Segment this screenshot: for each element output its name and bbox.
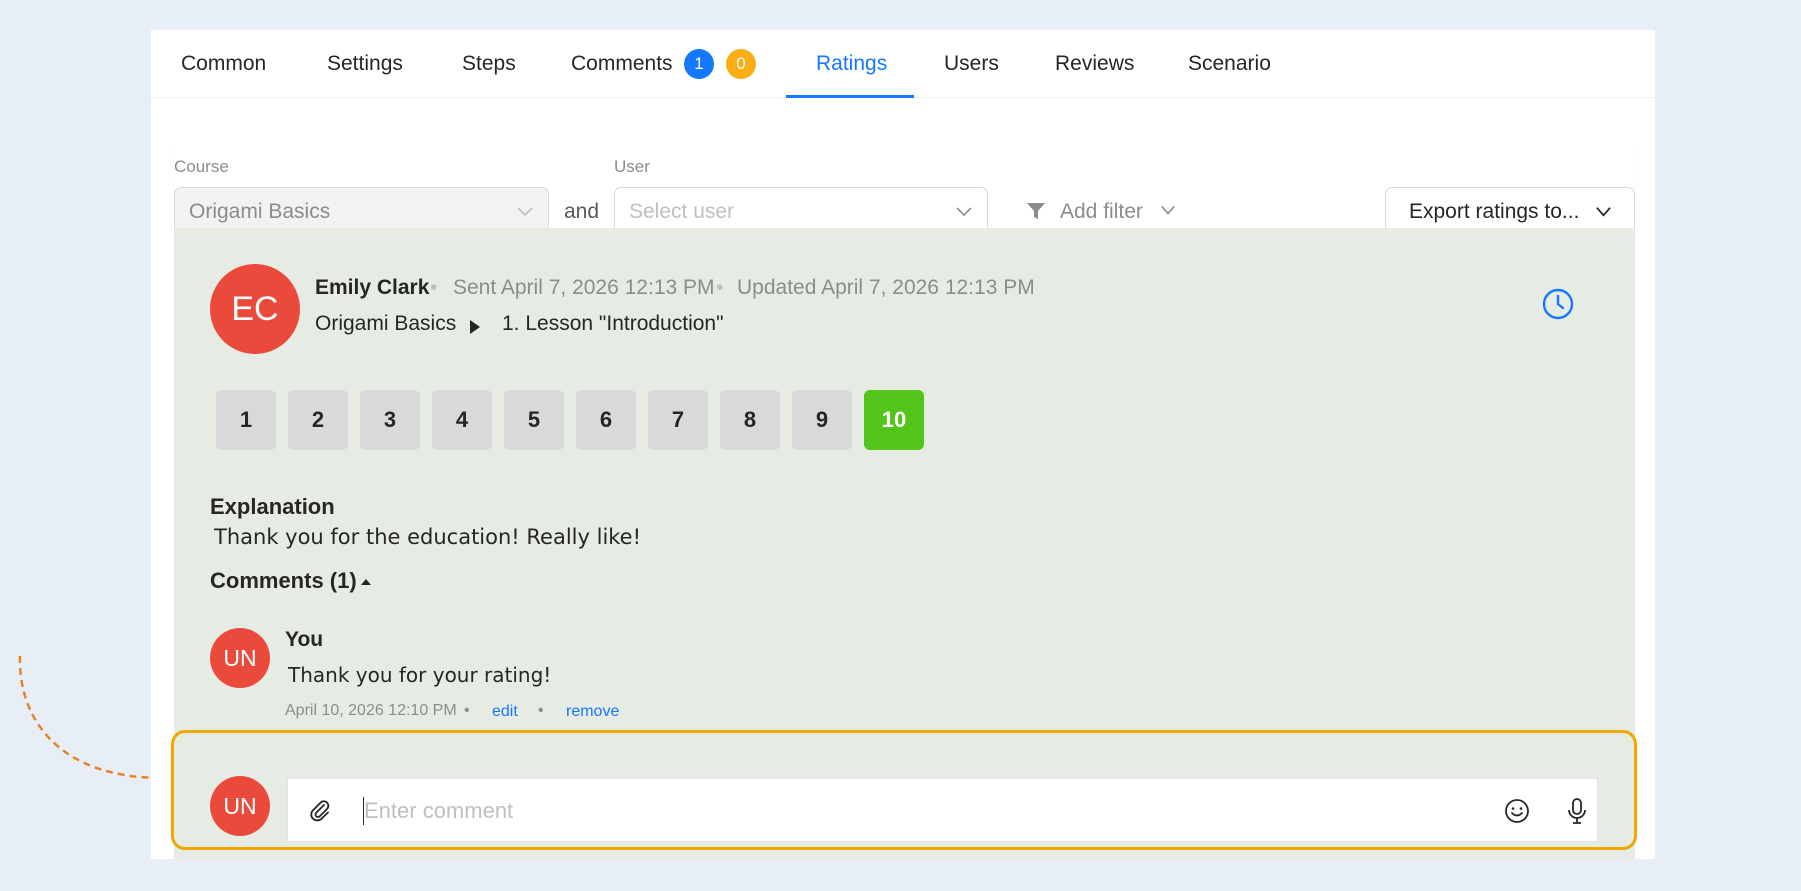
- separator-dot: •: [538, 702, 544, 719]
- tab-settings[interactable]: Settings: [327, 30, 403, 98]
- export-ratings-label: Export ratings to...: [1409, 200, 1580, 223]
- rating-option-7[interactable]: 7: [648, 390, 708, 450]
- rating-option-10[interactable]: 10: [864, 390, 924, 450]
- emoji-icon[interactable]: [1504, 798, 1530, 824]
- microphone-icon[interactable]: [1565, 797, 1589, 825]
- comment-author: You: [285, 628, 324, 651]
- rating-option-4[interactable]: 4: [432, 390, 492, 450]
- course-select-value: Origami Basics: [189, 200, 331, 223]
- composer-avatar: UN: [210, 776, 270, 836]
- tab-reviews[interactable]: Reviews: [1055, 30, 1134, 98]
- filter-bar: Course Origami Basics and User Select us…: [174, 125, 1635, 245]
- rating-card: EC Emily Clark • Sent April 7, 2026 12:1…: [174, 228, 1635, 859]
- separator-dot: •: [464, 702, 470, 719]
- comment-remove-link[interactable]: remove: [566, 703, 619, 721]
- rating-sent-time: Sent April 7, 2026 12:13 PM: [453, 276, 715, 299]
- course-label: Course: [174, 157, 229, 176]
- comment-edit-link[interactable]: edit: [492, 703, 518, 721]
- comment-input[interactable]: Enter comment: [287, 778, 1598, 842]
- comment-date: April 10, 2026 12:10 PM: [285, 702, 457, 719]
- rating-author: Emily Clark: [315, 276, 430, 299]
- tab-users[interactable]: Users: [944, 30, 999, 98]
- paperclip-icon[interactable]: [308, 799, 332, 823]
- rating-course: Origami Basics: [315, 312, 457, 335]
- chevron-down-icon: [517, 207, 533, 217]
- comment-input-placeholder: Enter comment: [364, 798, 514, 823]
- chevron-down-icon: [956, 207, 972, 217]
- filter-icon: [1027, 203, 1045, 219]
- rating-lesson: 1. Lesson "Introduction": [502, 312, 724, 335]
- tab-bar: Common Settings Steps Comments 1 0 Ratin…: [151, 30, 1655, 98]
- rating-option-6[interactable]: 6: [576, 390, 636, 450]
- tab-scenario[interactable]: Scenario: [1188, 30, 1271, 98]
- ratings-panel: Common Settings Steps Comments 1 0 Ratin…: [151, 30, 1655, 859]
- tab-common[interactable]: Common: [181, 30, 266, 98]
- avatar: EC: [210, 264, 300, 354]
- explanation-title: Explanation: [210, 494, 335, 519]
- comments-unread-badge: 1: [684, 49, 714, 79]
- caret-up-icon: [361, 579, 371, 585]
- comment-text: Thank you for your rating!: [288, 663, 552, 687]
- comment-avatar: UN: [210, 628, 270, 688]
- chevron-down-icon: [1596, 207, 1611, 217]
- tab-comments[interactable]: Comments: [571, 30, 673, 98]
- rating-option-2[interactable]: 2: [288, 390, 348, 450]
- explanation-text: Thank you for the education! Really like…: [214, 525, 642, 549]
- comments-toggle[interactable]: Comments (1): [210, 568, 371, 594]
- comments-title: Comments (1): [210, 568, 357, 593]
- rating-updated-time: Updated April 7, 2026 12:13 PM: [737, 276, 1035, 299]
- caret-right-icon: [470, 320, 480, 334]
- chevron-down-icon: [1161, 205, 1175, 215]
- comments-pending-badge: 0: [726, 49, 756, 79]
- rating-option-9[interactable]: 9: [792, 390, 852, 450]
- separator-dot: •: [430, 276, 438, 299]
- tab-ratings[interactable]: Ratings: [816, 30, 887, 98]
- tab-steps[interactable]: Steps: [462, 30, 516, 98]
- separator-dot: •: [716, 276, 724, 299]
- rating-option-1[interactable]: 1: [216, 390, 276, 450]
- active-tab-indicator: [786, 95, 914, 98]
- rating-option-5[interactable]: 5: [504, 390, 564, 450]
- user-select-placeholder: Select user: [629, 200, 735, 223]
- user-label: User: [614, 157, 650, 176]
- clock-icon[interactable]: [1541, 287, 1575, 321]
- rating-option-8[interactable]: 8: [720, 390, 780, 450]
- rating-option-3[interactable]: 3: [360, 390, 420, 450]
